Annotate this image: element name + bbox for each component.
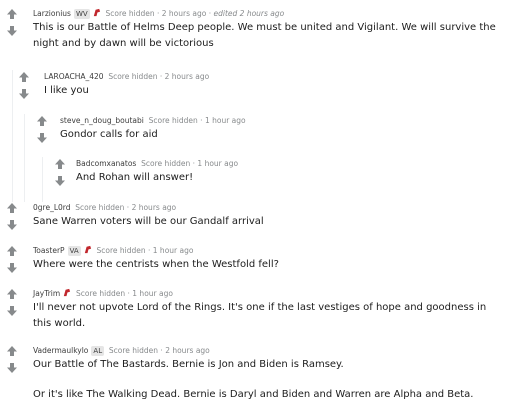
meta-separator: · bbox=[200, 116, 203, 125]
vote-controls bbox=[6, 202, 18, 231]
comment-author[interactable]: Vadermaulkylo bbox=[33, 346, 88, 355]
comment-body: I like you bbox=[44, 83, 504, 99]
comment-time: 1 hour ago bbox=[152, 246, 194, 255]
upvote-arrow-icon[interactable] bbox=[6, 345, 18, 357]
comment-score: Score hidden bbox=[108, 72, 158, 81]
comment-paragraph: Our Battle of The Bastards. Bernie is Jo… bbox=[33, 359, 344, 370]
vote-controls bbox=[6, 345, 18, 374]
vote-controls bbox=[6, 288, 18, 317]
comment-time: 2 hours ago bbox=[161, 9, 207, 18]
comment-score: Score hidden bbox=[108, 346, 159, 355]
comment-author[interactable]: 0gre_L0rd bbox=[33, 203, 70, 212]
comment-time: 1 hour ago bbox=[204, 116, 246, 125]
comment-paragraph: I'll never not upvote Lord of the Rings.… bbox=[33, 302, 487, 329]
downvote-arrow-icon[interactable] bbox=[6, 305, 18, 317]
comment-body: Sane Warren voters will be our Gandalf a… bbox=[33, 214, 513, 230]
vote-controls bbox=[18, 71, 30, 100]
downvote-arrow-icon[interactable] bbox=[6, 262, 18, 274]
downvote-arrow-icon[interactable] bbox=[6, 362, 18, 374]
meta-separator: · bbox=[127, 289, 130, 298]
flair-emoji-icon bbox=[84, 245, 91, 254]
upvote-arrow-icon[interactable] bbox=[18, 71, 30, 83]
user-flair: AL bbox=[91, 346, 105, 356]
comment-meta: JayTrim Score hidden · 1 hour ago bbox=[33, 288, 173, 299]
comment-meta: Badcomxanatos Score hidden · 1 hour ago bbox=[76, 158, 238, 169]
upvote-arrow-icon[interactable] bbox=[6, 202, 18, 214]
upvote-arrow-icon[interactable] bbox=[6, 288, 18, 300]
meta-separator: · bbox=[192, 159, 196, 168]
meta-separator: · bbox=[208, 9, 212, 18]
comment-meta: 0gre_L0rd Score hidden · 2 hours ago bbox=[33, 202, 176, 213]
meta-separator: · bbox=[159, 72, 163, 81]
comment-meta: LAROACHA_420 Score hidden · 2 hours ago bbox=[44, 71, 209, 82]
comment-time: 1 hour ago bbox=[197, 159, 239, 168]
comment-time: 2 hours ago bbox=[165, 346, 210, 355]
comment-meta: ToasterP VA Score hidden · 1 hour ago bbox=[33, 245, 193, 256]
vote-controls bbox=[6, 245, 18, 274]
vote-controls bbox=[36, 115, 48, 144]
comment-author[interactable]: ToasterP bbox=[33, 246, 65, 255]
thread-line[interactable] bbox=[24, 114, 25, 202]
meta-separator: · bbox=[160, 346, 163, 355]
comment-score: Score hidden bbox=[148, 116, 198, 125]
flair-emoji-icon bbox=[93, 8, 100, 17]
comment-author[interactable]: LAROACHA_420 bbox=[44, 72, 104, 81]
comment-author[interactable]: JayTrim bbox=[33, 289, 60, 298]
user-flair: VA bbox=[67, 246, 81, 256]
meta-separator: · bbox=[148, 246, 151, 255]
upvote-arrow-icon[interactable] bbox=[36, 115, 48, 127]
downvote-arrow-icon[interactable] bbox=[54, 175, 66, 187]
downvote-arrow-icon[interactable] bbox=[36, 132, 48, 144]
upvote-arrow-icon[interactable] bbox=[6, 8, 18, 20]
comment-paragraph: Or it's like The Walking Dead. Bernie is… bbox=[33, 389, 474, 400]
comment-author[interactable]: Badcomxanatos bbox=[76, 159, 136, 168]
comment-meta: steve_n_doug_boutabi Score hidden · 1 ho… bbox=[60, 115, 246, 126]
comment-body: Gondor calls for aid bbox=[60, 127, 500, 143]
comment-score: Score hidden bbox=[96, 246, 146, 255]
thread-line[interactable] bbox=[42, 157, 43, 202]
comment-meta: Vadermaulkylo AL Score hidden · 2 hours a… bbox=[33, 345, 210, 356]
comment-paragraph: Where were the centrists when the Westfo… bbox=[33, 259, 279, 270]
comment-body: This is our Battle of Helms Deep people.… bbox=[33, 20, 515, 52]
comment-time: 2 hours ago bbox=[131, 203, 177, 212]
comment-score: Score hidden bbox=[75, 289, 126, 298]
comment-paragraph: And Rohan will answer! bbox=[76, 172, 194, 183]
comment-score: Score hidden bbox=[75, 203, 125, 212]
edited-time: edited 2 hours ago bbox=[213, 9, 285, 18]
comment-body: And Rohan will answer! bbox=[76, 170, 496, 186]
downvote-arrow-icon[interactable] bbox=[6, 219, 18, 231]
comment-body: Our Battle of The Bastards. Bernie is Jo… bbox=[33, 357, 513, 403]
comment-author[interactable]: Larzionius bbox=[33, 9, 71, 18]
meta-separator: · bbox=[156, 9, 160, 18]
upvote-arrow-icon[interactable] bbox=[54, 158, 66, 170]
comment-body: Where were the centrists when the Westfo… bbox=[33, 257, 513, 273]
vote-controls bbox=[54, 158, 66, 187]
downvote-arrow-icon[interactable] bbox=[6, 25, 18, 37]
comment-paragraph: I like you bbox=[44, 85, 89, 96]
comment-paragraph: Gondor calls for aid bbox=[60, 129, 158, 140]
comment-time: 1 hour ago bbox=[132, 289, 173, 298]
upvote-arrow-icon[interactable] bbox=[6, 245, 18, 257]
downvote-arrow-icon[interactable] bbox=[18, 88, 30, 100]
comment-author[interactable]: steve_n_doug_boutabi bbox=[60, 116, 144, 125]
comment-body: I'll never not upvote Lord of the Rings.… bbox=[33, 300, 507, 332]
comment-score: Score hidden bbox=[141, 159, 191, 168]
thread-line[interactable] bbox=[12, 70, 13, 202]
user-flair: WV bbox=[73, 9, 90, 19]
comment-paragraph: This is our Battle of Helms Deep people.… bbox=[33, 22, 496, 49]
flair-emoji-icon bbox=[64, 288, 71, 297]
comment-paragraph: Sane Warren voters will be our Gandalf a… bbox=[33, 216, 264, 227]
comment-time: 2 hours ago bbox=[164, 72, 210, 81]
comment-score: Score hidden bbox=[105, 9, 155, 18]
meta-separator: · bbox=[126, 203, 130, 212]
comment-meta: Larzionius WV Score hidden · 2 hours ago … bbox=[33, 8, 284, 19]
vote-controls bbox=[6, 8, 18, 37]
